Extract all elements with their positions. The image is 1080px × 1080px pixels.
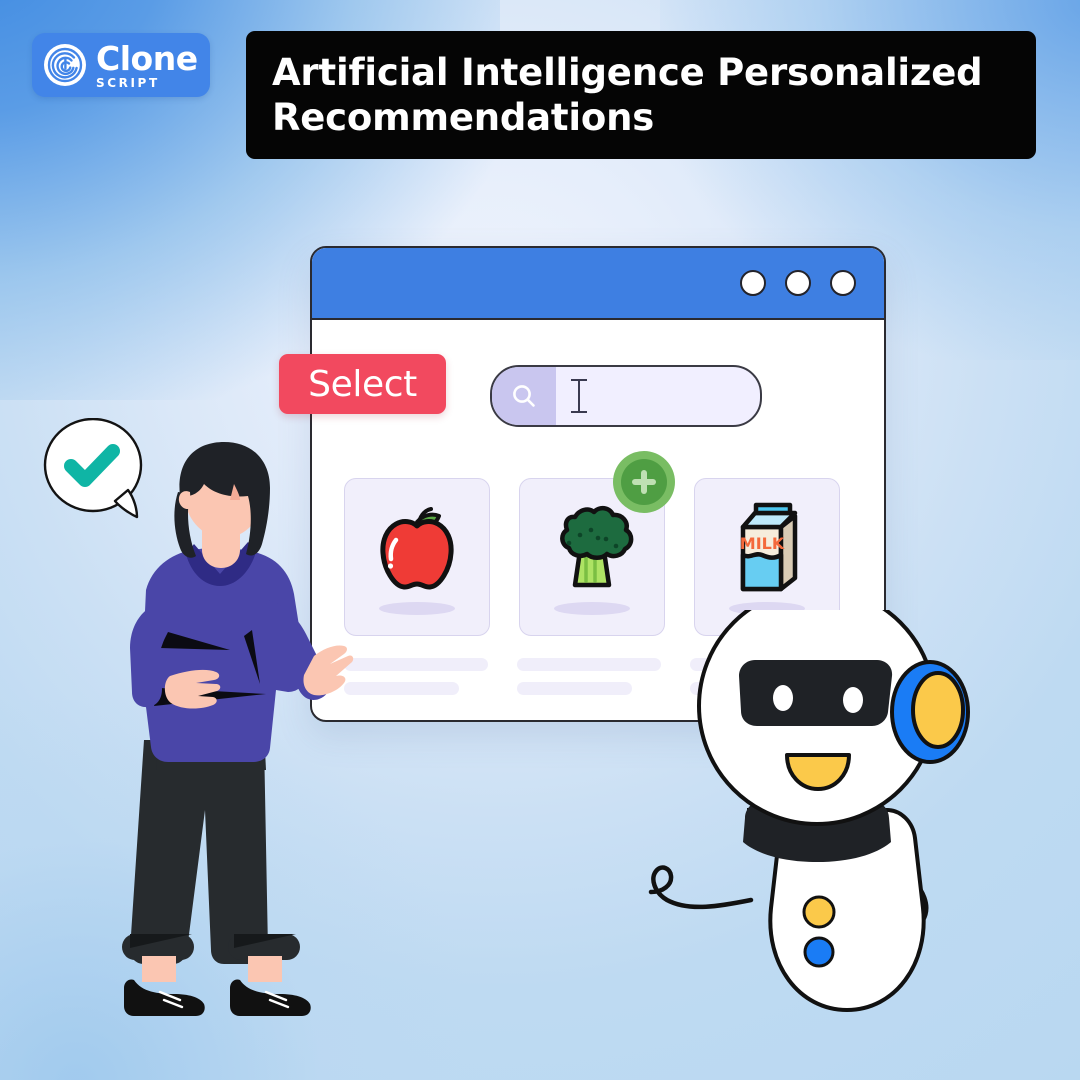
- window-dot-3[interactable]: [830, 270, 856, 296]
- robot-ear-right-inner: [911, 671, 965, 749]
- window-dot-2[interactable]: [785, 270, 811, 296]
- search-input[interactable]: [490, 365, 762, 427]
- brand-logo-text: Clone SCRIPT: [96, 42, 198, 89]
- select-button[interactable]: Select: [279, 354, 446, 414]
- text-cursor-icon: [571, 379, 587, 413]
- card-shadow: [379, 602, 455, 615]
- apple-icon: [380, 507, 454, 590]
- poster-canvas: Clone SCRIPT Artificial Intelligence Per…: [0, 0, 1080, 1080]
- clone-spiral-c-icon: [44, 44, 86, 86]
- search-icon[interactable]: [492, 367, 556, 425]
- milk-carton-icon: MILK: [740, 502, 798, 592]
- robot-button-bottom: [803, 936, 835, 968]
- robot-button-top: [802, 895, 836, 929]
- woman-presenter-illustration: [122, 442, 354, 1016]
- broccoli-icon: [560, 505, 634, 588]
- title-banner: Artificial Intelligence Personalized Rec…: [246, 31, 1036, 159]
- page-title: Artificial Intelligence Personalized Rec…: [272, 50, 983, 139]
- robot-eye-left: [773, 685, 793, 711]
- hand-left: [164, 669, 221, 709]
- add-to-cart-badge[interactable]: [613, 451, 675, 513]
- brand-subtitle: SCRIPT: [96, 75, 160, 90]
- milk-label: MILK: [740, 534, 785, 553]
- robot-arm-left: [648, 865, 754, 910]
- plus-icon: [621, 459, 667, 505]
- trousers: [130, 740, 268, 964]
- robot-eye-right: [843, 687, 863, 713]
- speech-bubble: [43, 418, 143, 519]
- shoe-left: [124, 979, 205, 1016]
- brand-logo[interactable]: Clone SCRIPT: [32, 33, 210, 97]
- ai-assistant-robot-illustration: [648, 610, 970, 1013]
- select-button-label: Select: [308, 363, 417, 405]
- shoe-right: [230, 979, 311, 1016]
- brand-name: Clone: [96, 38, 198, 78]
- robot-visor: [739, 660, 893, 726]
- window-dot-1[interactable]: [740, 270, 766, 296]
- browser-title-bar: [312, 248, 884, 320]
